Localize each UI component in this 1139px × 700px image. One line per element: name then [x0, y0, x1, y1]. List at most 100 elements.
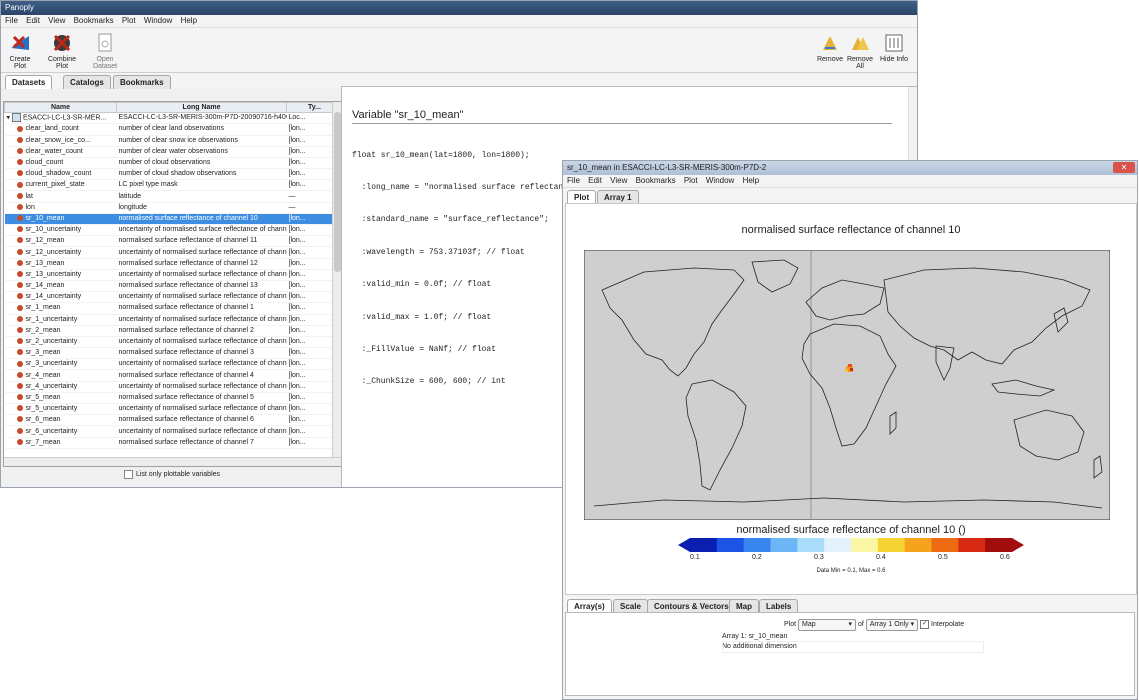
menu-file[interactable]: File	[5, 16, 18, 25]
menu-help[interactable]: Help	[743, 176, 759, 185]
tab-array-1[interactable]: Array 1	[597, 190, 639, 204]
interpolate-checkbox[interactable]: ✓	[920, 619, 930, 629]
tab-plot[interactable]: Plot	[567, 190, 597, 204]
table-row[interactable]: sr_12_mean normalised surface reflectance…	[4, 235, 342, 248]
table-row[interactable]: clear_water_count number of clear water o…	[4, 146, 342, 158]
colorbar-tick: 0.5	[938, 554, 948, 561]
table-scrollbar-thumb[interactable]	[334, 112, 341, 272]
table-row[interactable]: cloud_shadow_count number of cloud shadow…	[4, 168, 342, 181]
table-row[interactable]: sr_14_uncertainty uncertainty of normalis…	[4, 291, 342, 304]
menu-plot[interactable]: Plot	[122, 16, 136, 25]
table-row[interactable]: sr_4_mean normalised surface reflectance …	[4, 369, 342, 382]
table-row[interactable]: sr_7_mean normalised surface reflectance …	[4, 437, 342, 449]
hide-info-button[interactable]: Hide Info	[877, 32, 911, 63]
dataset-table: Name Long Name Ty... ▾ ESACCI-LC-L3-SR-M…	[4, 102, 342, 449]
menu-bookmarks[interactable]: Bookmarks	[636, 176, 676, 185]
table-row[interactable]: cloud_count number of cloud observations[…	[4, 157, 342, 170]
variable-name: sr_13_uncertainty	[25, 270, 82, 278]
tab-scale[interactable]: Scale	[613, 599, 648, 613]
menu-bookmarks[interactable]: Bookmarks	[74, 16, 114, 25]
table-row[interactable]: sr_13_mean normalised surface reflectance…	[4, 258, 342, 270]
table-row[interactable]: current_pixel_state LC pixel type mask [lo…	[4, 179, 342, 192]
plot-tabs: Plot Array 1	[563, 188, 1137, 204]
table-row[interactable]: sr_5_uncertainty uncertainty of normalise…	[4, 403, 342, 416]
colorbar-tick: 0.6	[1000, 554, 1010, 561]
table-row[interactable]: sr_6_mean normalised surface reflectance …	[4, 414, 342, 427]
variable-long-name: number of cloud observations	[116, 157, 287, 170]
table-row[interactable]: clear_snow_ice_co... number of clear snow…	[4, 135, 342, 147]
remove-label: Remove	[816, 56, 844, 63]
column-long-name[interactable]: Long Name	[116, 102, 287, 113]
remove-all-button[interactable]: Remove All	[843, 32, 877, 70]
variable-long-name: normalised surface reflectance of channe…	[116, 392, 287, 405]
table-row[interactable]: clear_land_count number of clear land obs…	[4, 123, 342, 136]
variable-name-cell: sr_13_mean	[4, 258, 117, 270]
variable-name: cloud_count	[25, 159, 64, 166]
tab-datasets[interactable]: Datasets	[5, 75, 53, 89]
remove-button[interactable]: Remove	[813, 32, 847, 63]
table-row[interactable]: sr_2_mean normalised surface reflectance …	[4, 325, 342, 337]
tab-contours-vectors[interactable]: Contours & Vectors	[647, 599, 736, 613]
combine-plot-button[interactable]: Combine Plot	[45, 32, 79, 70]
menu-window[interactable]: Window	[706, 176, 734, 185]
dataset-root-row[interactable]: ▾ ESACCI-LC-L3-SR-MER... ESACCI-LC-L3-SR…	[4, 112, 342, 125]
menu-plot[interactable]: Plot	[684, 176, 698, 185]
colorbar-ticks: 0.1 0.2 0.3 0.4 0.5 0.6	[690, 554, 1012, 564]
world-map	[584, 250, 1110, 520]
table-row[interactable]: sr_3_uncertainty uncertainty of normalise…	[4, 358, 342, 371]
table-row[interactable]: sr_10_mean normalised surface reflectance…	[4, 213, 342, 226]
plot-canvas: normalised surface reflectance of channe…	[565, 203, 1137, 595]
create-plot-button[interactable]: Create Plot	[3, 32, 37, 70]
menu-window[interactable]: Window	[144, 16, 172, 25]
variable-long-name: normalised surface reflectance of channe…	[116, 437, 287, 449]
open-dataset-icon	[98, 33, 112, 52]
variable-name-cell: current_pixel_state	[4, 179, 117, 192]
plot-type-select[interactable]: Map ▾	[798, 619, 857, 631]
tab-arrays[interactable]: Array(s)	[567, 599, 612, 613]
table-row[interactable]: sr_1_mean normalised surface reflectance …	[4, 302, 342, 315]
variable-icon	[16, 338, 23, 345]
menu-view[interactable]: View	[610, 176, 627, 185]
table-row[interactable]: sr_4_uncertainty uncertainty of normalise…	[4, 381, 342, 393]
create-plot-icon	[11, 35, 29, 50]
tab-bookmarks[interactable]: Bookmarks	[113, 75, 171, 89]
array-scope-select[interactable]: Array 1 Only ▾	[865, 619, 919, 631]
open-dataset-button[interactable]: Open Dataset	[85, 32, 125, 70]
menu-file[interactable]: File	[567, 176, 580, 185]
window-close-button[interactable]: ✕	[1113, 162, 1135, 173]
menu-edit[interactable]: Edit	[588, 176, 602, 185]
variable-name-cell: sr_13_uncertainty	[4, 269, 117, 281]
table-row[interactable]: sr_6_uncertainty uncertainty of normalise…	[4, 425, 342, 438]
table-row[interactable]: sr_5_mean normalised surface reflectance …	[4, 392, 342, 405]
table-row[interactable]: sr_2_uncertainty uncertainty of normalise…	[4, 336, 342, 349]
list-only-plottable-checkbox[interactable]	[123, 469, 133, 479]
variable-long-name: normalised surface reflectance of channe…	[116, 347, 287, 360]
table-row[interactable]: lat latitude —	[4, 190, 342, 203]
variable-name: lat	[25, 192, 33, 200]
table-row[interactable]: sr_14_mean normalised surface reflectance…	[4, 280, 342, 293]
of-label: of	[857, 621, 864, 628]
variable-long-name: latitude	[116, 190, 287, 203]
table-row[interactable]: sr_12_uncertainty uncertainty of normalis…	[4, 246, 342, 259]
list-only-plottable-label: List only plottable variables	[135, 471, 221, 478]
plottable-checkbox-row: List only plottable variables	[3, 467, 341, 483]
table-row[interactable]: lon longitude —	[4, 202, 342, 214]
tab-catalogs[interactable]: Catalogs	[63, 75, 111, 89]
menu-help[interactable]: Help	[181, 16, 197, 25]
table-row[interactable]: sr_1_uncertainty uncertainty of normalise…	[4, 314, 342, 326]
variable-name: sr_6_mean	[25, 416, 61, 424]
table-row[interactable]: sr_13_uncertainty uncertainty of normalis…	[4, 269, 342, 281]
plot-menu-bar: File Edit View Bookmarks Plot Window Hel…	[563, 175, 1137, 188]
tab-map[interactable]: Map	[729, 599, 759, 613]
table-row[interactable]: sr_3_mean normalised surface reflectance …	[4, 347, 342, 360]
menu-edit[interactable]: Edit	[26, 16, 40, 25]
variable-icon	[16, 304, 23, 311]
colorbar-segment	[690, 538, 718, 552]
table-row[interactable]: sr_10_uncertainty uncertainty of normalis…	[4, 224, 342, 237]
tab-labels[interactable]: Labels	[759, 599, 799, 613]
interpolate-label: Interpolate	[931, 621, 965, 628]
root-name: ESACCI-LC-L3-SR-MER...	[22, 114, 107, 122]
table-hscrollbar[interactable]	[4, 457, 342, 466]
menu-view[interactable]: View	[48, 16, 65, 25]
column-name[interactable]: Name	[4, 102, 117, 113]
